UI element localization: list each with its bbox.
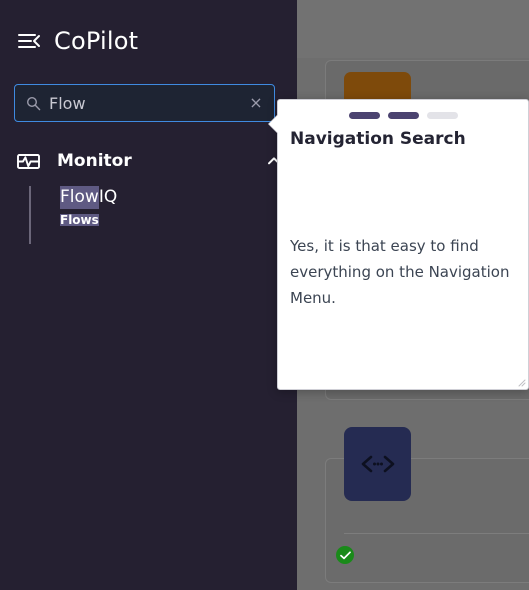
search-box[interactable]: × [14,84,275,122]
resize-grip-icon[interactable] [518,379,526,387]
sidebar-item-label-match: Flow [60,186,99,209]
coach-mark-popup: Navigation Search Yes, it is that easy t… [269,99,529,390]
coach-mark-step-indicator [278,112,528,119]
step-pill-1[interactable] [348,112,380,119]
code-brackets-icon [344,427,411,501]
tree-guide-line [29,186,31,244]
search-container: × [14,84,283,122]
sidebar-children: FlowIQ Flows [0,186,297,244]
close-icon[interactable]: × [247,94,265,112]
sidebar: CoPilot × [0,0,297,590]
sidebar-group-label: Monitor [57,151,132,171]
coach-mark-body: Yes, it is that easy to find everything … [290,237,510,307]
sidebar-header: CoPilot [0,0,297,62]
sidebar-item-sublabel: Flows [60,212,99,227]
menu-collapse-icon[interactable] [17,29,41,53]
search-icon [26,96,41,111]
sidebar-group-monitor: Monitor FlowIQ Flows [0,144,297,244]
background-top-band [297,0,529,58]
background-card-divider [344,533,529,534]
app-root: CoPilot × [0,0,529,590]
page-title: CoPilot [54,27,139,55]
sidebar-item-flowiq[interactable]: FlowIQ Flows [60,186,297,227]
step-pill-3[interactable] [426,112,458,119]
sidebar-item-monitor[interactable]: Monitor [0,144,297,178]
sidebar-item-label-rest: IQ [98,187,118,207]
monitor-pulse-icon [16,149,41,174]
step-pill-2[interactable] [387,112,419,119]
check-circle-icon [336,546,354,564]
search-input[interactable] [49,85,244,121]
coach-mark-title: Navigation Search [290,129,466,149]
